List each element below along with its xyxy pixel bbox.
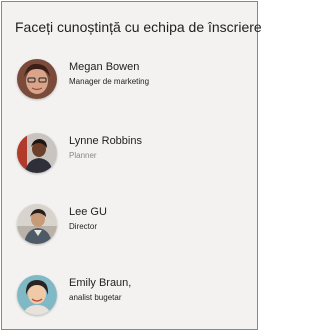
- person-card-megan-bowen[interactable]: Megan Bowen Manager de marketing: [17, 59, 247, 103]
- person-card-lynne-robbins[interactable]: Lynne Robbins Planner: [17, 133, 247, 177]
- person-role: Director: [69, 222, 98, 231]
- person-role: Manager de marketing: [69, 77, 150, 86]
- person-name: Lynne Robbins: [69, 135, 142, 147]
- person-role: analist bugetar: [69, 293, 122, 302]
- avatar[interactable]: [17, 275, 57, 315]
- person-card-emily-braun[interactable]: Emily Braun, analist bugetar: [17, 275, 247, 319]
- person-card-lee-gu[interactable]: Lee GU Director: [17, 204, 247, 248]
- avatar[interactable]: [17, 59, 57, 99]
- person-name: Lee GU: [69, 206, 107, 218]
- panel-title: Faceți cunoștință cu echipa de înscriere: [15, 19, 262, 35]
- avatar[interactable]: [17, 133, 57, 173]
- avatar[interactable]: [17, 204, 57, 244]
- person-name: Megan Bowen: [69, 61, 140, 73]
- team-panel: Faceți cunoștință cu echipa de înscriere…: [1, 1, 262, 330]
- person-name: Emily Braun,: [69, 277, 132, 289]
- person-role: Planner: [69, 151, 97, 160]
